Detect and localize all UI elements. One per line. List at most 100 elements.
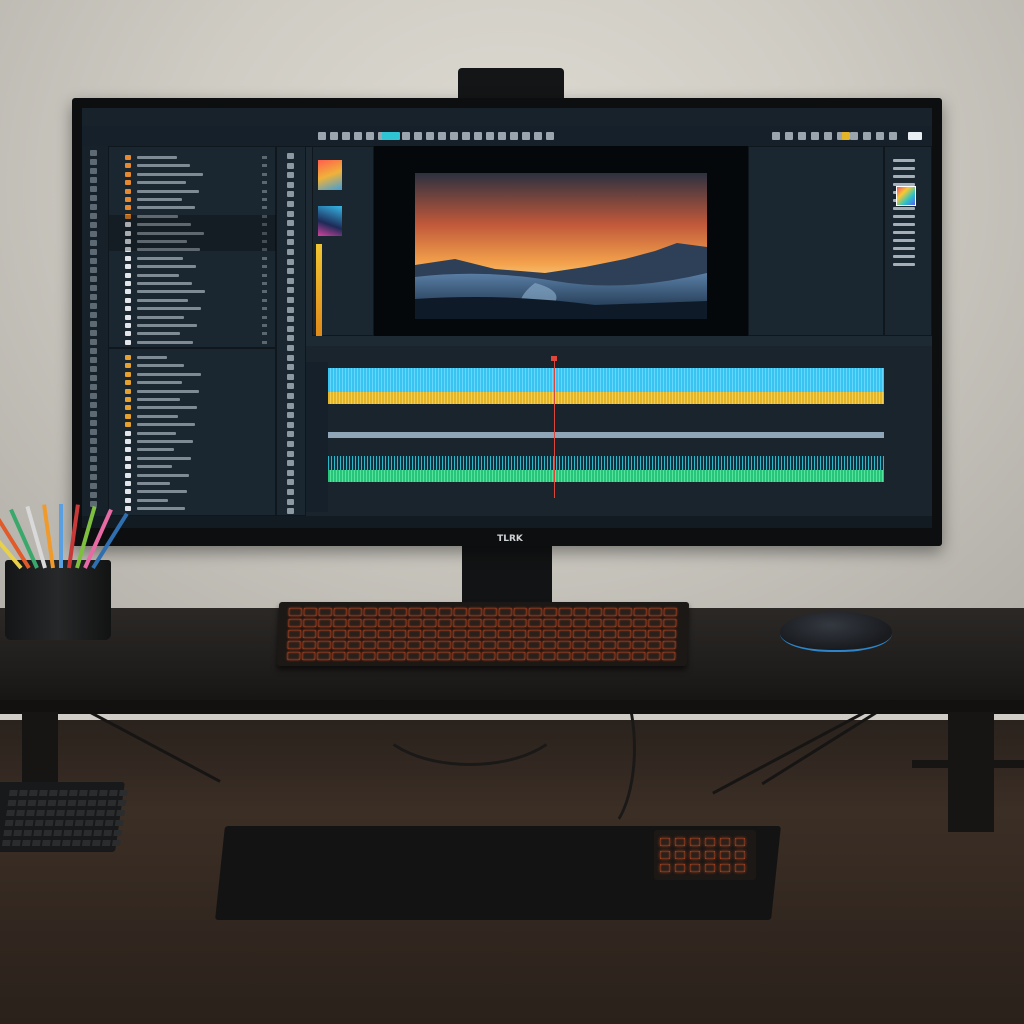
keyboard-key — [542, 630, 557, 638]
keyboard-key — [27, 800, 37, 806]
list-item-label — [137, 364, 184, 368]
keyboard-key — [587, 641, 601, 649]
tool-icon — [90, 222, 97, 228]
keyboard-key — [392, 630, 407, 638]
keyboard-key — [61, 840, 71, 846]
list-item — [115, 306, 271, 312]
keyboard-key — [8, 790, 18, 796]
properties-panel — [884, 146, 932, 336]
keyboard-key — [572, 652, 586, 660]
tool-icon — [90, 285, 97, 291]
keyboard-key — [302, 652, 316, 660]
keyboard-key — [617, 652, 631, 660]
keyboard-key — [47, 800, 57, 806]
keyboard-key — [348, 619, 362, 627]
keyboard-key — [362, 630, 377, 638]
tool-icon — [90, 375, 97, 381]
folder-icon — [125, 405, 131, 411]
preview-image-landscape — [415, 173, 707, 319]
list-item-label — [137, 282, 192, 285]
tool-icon — [90, 339, 97, 345]
keyboard-key — [632, 630, 647, 638]
list-item — [115, 447, 271, 453]
keyboard-key — [33, 830, 43, 836]
property-label — [893, 167, 915, 170]
keyboard-key — [287, 630, 302, 638]
list-item-label — [137, 423, 195, 427]
keypad-key — [720, 851, 730, 859]
keyboard-key — [423, 619, 437, 627]
property-label — [893, 255, 915, 258]
effect-icon — [287, 431, 294, 438]
list-item — [115, 371, 271, 377]
keyboard-key — [57, 800, 67, 806]
keyboard-key — [91, 840, 101, 846]
tool-icon — [90, 330, 97, 336]
keyboard-key — [377, 630, 392, 638]
mouse — [780, 612, 892, 652]
keyboard-key — [407, 641, 421, 649]
file-icon — [125, 205, 131, 211]
list-item-label — [137, 456, 191, 460]
list-item — [115, 163, 271, 169]
keyboard-key — [94, 820, 104, 826]
keyboard-key — [393, 608, 407, 616]
keyboard-key — [114, 820, 124, 826]
keyboard-key — [468, 608, 482, 616]
list-item-meta — [262, 256, 267, 260]
property-label — [893, 263, 915, 266]
effect-icon — [287, 239, 294, 246]
list-item-label — [137, 189, 199, 193]
keyboard-key — [1, 840, 11, 846]
effect-icon — [287, 373, 294, 380]
list-item-meta — [262, 206, 267, 210]
toolbar-icon — [414, 132, 422, 140]
keyboard-key — [7, 800, 17, 806]
keyboard-key — [602, 641, 616, 649]
keyboard-key — [647, 630, 662, 638]
keyboard-key — [618, 619, 632, 627]
keyboard-key — [512, 652, 526, 660]
toolbar-icon — [811, 132, 819, 140]
folder-icon — [125, 506, 131, 512]
keyboard-key — [453, 619, 467, 627]
keyboard-key — [588, 608, 602, 616]
keyboard-key — [557, 652, 571, 660]
effect-icon — [287, 306, 294, 313]
list-item-label — [137, 206, 195, 210]
keyboard-key — [303, 608, 317, 616]
list-item-label — [137, 482, 170, 485]
keyboard-key — [76, 810, 85, 816]
effect-icon — [287, 268, 294, 275]
tool-icon — [90, 384, 97, 390]
folder-icon — [125, 388, 131, 394]
effect-icon — [287, 277, 294, 284]
toolbar-icon — [510, 132, 518, 140]
list-item-label — [137, 307, 201, 311]
playhead[interactable] — [554, 358, 555, 498]
effect-icon — [287, 325, 294, 332]
keyboard-key — [103, 830, 113, 836]
keyboard-key — [392, 641, 406, 649]
list-item — [115, 397, 271, 402]
toolbar-icon — [824, 132, 832, 140]
keyboard-key — [542, 641, 556, 649]
list-item — [115, 264, 271, 270]
toolbar-icon — [498, 132, 506, 140]
keyboard-key — [467, 630, 482, 638]
keypad-key — [660, 851, 670, 859]
keyboard-key — [392, 652, 406, 660]
keyboard-key — [347, 630, 362, 638]
effect-icon — [287, 383, 294, 390]
tool-icon — [90, 249, 97, 255]
effect-icon — [287, 297, 294, 303]
monitor-stand — [462, 546, 552, 608]
keyboard-key — [422, 652, 436, 660]
tool-icon — [90, 213, 97, 219]
keyboard-key — [498, 619, 512, 627]
keyboard-key — [106, 810, 115, 816]
effect-icon — [287, 229, 294, 236]
folder-icon — [125, 489, 131, 495]
folder-icon — [125, 422, 131, 428]
keyboard-key — [107, 800, 117, 806]
